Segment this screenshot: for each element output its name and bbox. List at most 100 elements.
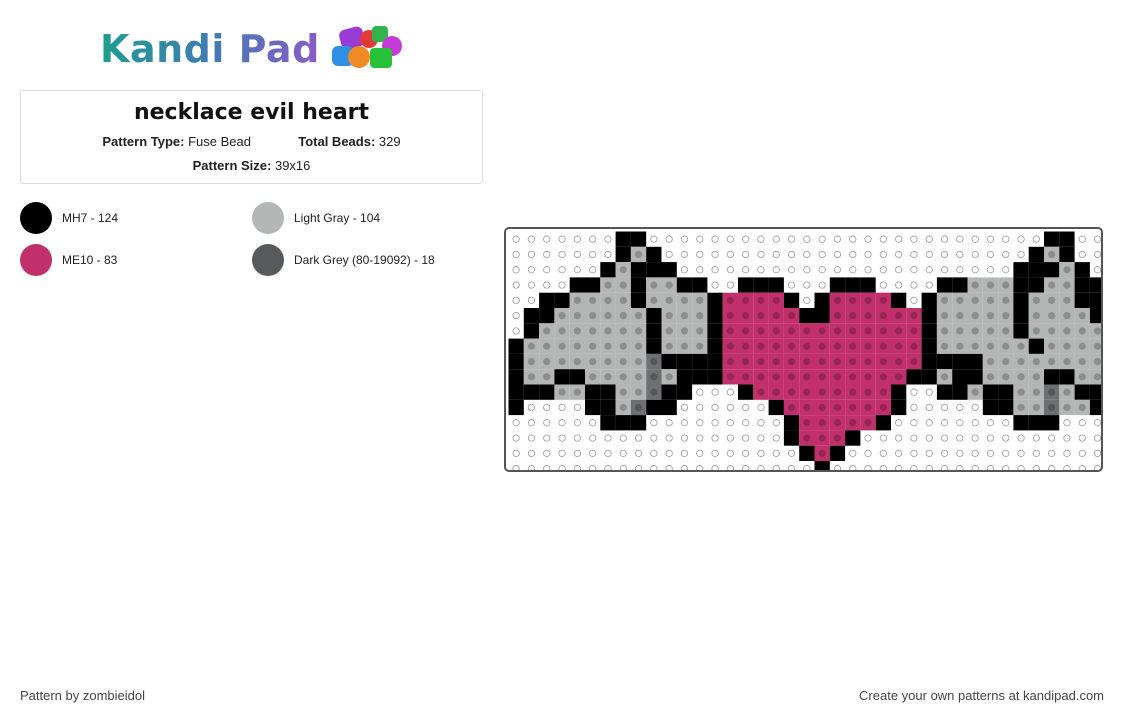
- empty-peg: [696, 434, 704, 442]
- bead-hole: [895, 327, 903, 335]
- legend-item: MH7 - 124: [20, 202, 118, 234]
- bead-hole: [1002, 373, 1010, 381]
- bead-hole: [634, 342, 643, 350]
- bead-hole: [1048, 342, 1056, 350]
- empty-peg: [1078, 449, 1086, 457]
- bead-hole: [879, 403, 887, 412]
- empty-peg: [619, 449, 627, 457]
- empty-peg: [512, 465, 520, 470]
- kandi-pad-logo[interactable]: Kandi Pad: [100, 25, 406, 72]
- empty-peg: [696, 465, 704, 470]
- empty-peg: [680, 465, 689, 470]
- bead-hole: [986, 312, 995, 320]
- empty-peg: [573, 266, 581, 274]
- pattern-info-card: necklace evil heart Pattern Type: Fuse B…: [20, 90, 483, 184]
- color-swatch: [20, 244, 52, 276]
- bead-hole: [512, 403, 520, 412]
- bead-hole: [543, 312, 551, 320]
- empty-peg: [1032, 235, 1040, 243]
- bead-hole: [543, 296, 551, 304]
- empty-peg: [1093, 235, 1101, 243]
- bead-hole: [986, 342, 995, 350]
- bead-hole: [1093, 281, 1101, 289]
- bead-hole: [680, 312, 689, 320]
- empty-peg: [910, 465, 918, 470]
- bead-hole: [742, 281, 750, 289]
- bead-hole: [971, 373, 979, 381]
- empty-peg: [910, 281, 918, 289]
- empty-peg: [527, 434, 536, 442]
- empty-peg: [558, 266, 566, 274]
- bead-hole: [619, 266, 627, 274]
- kandipad-cta-link[interactable]: Create your own patterns at kandipad.com: [859, 688, 1104, 703]
- bead-hole: [1078, 327, 1086, 335]
- bead-hole: [512, 357, 520, 366]
- empty-peg: [527, 266, 536, 274]
- bead-hole: [1032, 250, 1040, 259]
- empty-peg: [833, 235, 842, 243]
- bead-hole: [833, 281, 842, 289]
- empty-peg: [665, 250, 673, 259]
- empty-peg: [910, 250, 918, 259]
- empty-peg: [864, 465, 872, 470]
- empty-peg: [1048, 465, 1056, 470]
- empty-peg: [726, 281, 734, 289]
- empty-peg: [772, 266, 780, 274]
- empty-peg: [527, 250, 536, 259]
- color-legend: MH7 - 124 Light Gray - 104 ME10 - 83 Dar…: [20, 202, 480, 282]
- empty-peg: [1093, 465, 1101, 470]
- empty-peg: [879, 281, 887, 289]
- bead-hole: [604, 296, 612, 304]
- bead-hole: [650, 327, 658, 335]
- empty-peg: [986, 266, 995, 274]
- bead-hole: [787, 373, 796, 381]
- empty-peg: [742, 419, 750, 427]
- empty-peg: [589, 449, 597, 457]
- empty-peg: [803, 465, 811, 470]
- empty-peg: [1093, 419, 1101, 427]
- empty-peg: [742, 403, 750, 412]
- empty-peg: [527, 281, 536, 289]
- bead-hole: [1078, 342, 1086, 350]
- empty-peg: [742, 434, 750, 442]
- bead-hole: [1017, 357, 1025, 366]
- bead-hole: [696, 296, 704, 304]
- empty-peg: [772, 465, 780, 470]
- empty-peg: [650, 449, 658, 457]
- total-beads-value: 329: [378, 134, 401, 149]
- empty-peg: [589, 465, 597, 470]
- bead-hole: [604, 312, 612, 320]
- empty-peg: [849, 235, 857, 243]
- bead-hole: [634, 296, 643, 304]
- bead-hole: [833, 327, 842, 335]
- empty-peg: [940, 465, 949, 470]
- empty-peg: [558, 281, 566, 289]
- empty-peg: [956, 266, 964, 274]
- bead-hole: [634, 357, 643, 366]
- empty-peg: [864, 235, 872, 243]
- bead-hole: [864, 312, 872, 320]
- empty-peg: [925, 266, 933, 274]
- bead-hole: [833, 296, 842, 304]
- bead-hole: [742, 342, 750, 350]
- empty-peg: [986, 250, 995, 259]
- bead-hole: [1002, 327, 1010, 335]
- empty-peg: [787, 266, 796, 274]
- bead-hole: [864, 419, 872, 427]
- empty-peg: [910, 434, 918, 442]
- empty-peg: [787, 235, 796, 243]
- bead-hole: [711, 342, 719, 350]
- empty-peg: [956, 403, 964, 412]
- empty-peg: [527, 235, 536, 243]
- bead-hole: [986, 373, 995, 381]
- bead-hole: [833, 342, 842, 350]
- empty-peg: [1017, 250, 1025, 259]
- bead-hole: [1063, 327, 1071, 335]
- bead-hole: [573, 373, 581, 381]
- pattern-title: necklace evil heart: [133, 100, 370, 125]
- empty-peg: [910, 388, 918, 396]
- empty-peg: [925, 235, 933, 243]
- bead-hole: [619, 403, 627, 412]
- empty-peg: [910, 296, 918, 304]
- bead-hole: [986, 403, 995, 412]
